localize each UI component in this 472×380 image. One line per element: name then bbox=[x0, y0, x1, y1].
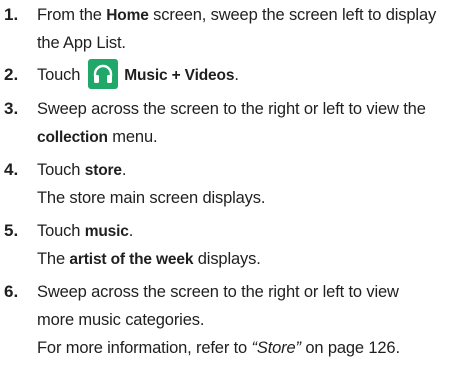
music-videos-label: Music + Videos bbox=[124, 67, 235, 84]
step-number: 1. bbox=[4, 5, 19, 24]
collection-label: collection bbox=[37, 129, 108, 146]
step-6-line-1: Sweep across the screen to the right or … bbox=[37, 279, 468, 305]
step-3-line-2: collection menu. bbox=[37, 124, 468, 151]
step-text: Touch bbox=[37, 66, 81, 84]
home-label: Home bbox=[106, 7, 149, 24]
step-text: . bbox=[128, 222, 134, 240]
step-number: 4. bbox=[4, 160, 19, 179]
step-5-line-1: Touch music. bbox=[37, 218, 468, 245]
step-text: The store main screen displays. bbox=[37, 189, 266, 207]
step-3-line-1: Sweep across the screen to the right or … bbox=[37, 96, 468, 122]
step-5-line-2: The artist of the week displays. bbox=[37, 246, 468, 273]
step-text: screen, sweep the screen left to display bbox=[148, 6, 437, 24]
step-text: Sweep across the screen to the right or … bbox=[37, 100, 426, 118]
artist-of-the-week-label: artist of the week bbox=[69, 251, 194, 268]
music-label: music bbox=[84, 223, 129, 240]
step-1-line-1: From the Home screen, sweep the screen l… bbox=[37, 2, 468, 29]
step-text: . bbox=[234, 66, 239, 84]
step-6-line-2: more music categories. bbox=[37, 307, 468, 333]
step-number: 3. bbox=[4, 99, 19, 118]
step-text: more music categories. bbox=[37, 311, 205, 329]
instruction-page: 1. From the Home screen, sweep the scree… bbox=[0, 0, 472, 380]
store-reference-link[interactable]: “Store” bbox=[252, 339, 302, 357]
step-number: 5. bbox=[4, 221, 19, 240]
step-text: Touch bbox=[37, 161, 85, 179]
step-text: For more information, refer to bbox=[37, 339, 252, 357]
step-6-line-3: For more information, refer to “Store” o… bbox=[37, 335, 468, 361]
step-text: Touch bbox=[37, 222, 85, 240]
step-text: The bbox=[37, 250, 70, 268]
step-number: 6. bbox=[4, 282, 19, 301]
step-2-line-1: Touch Music + Videos. bbox=[37, 58, 468, 89]
step-text: the App List. bbox=[37, 34, 126, 52]
step-text: Sweep across the screen to the right or … bbox=[37, 283, 399, 301]
step-text: . bbox=[121, 161, 127, 179]
page-reference: on page 126. bbox=[300, 339, 400, 357]
step-1-line-2: the App List. bbox=[37, 30, 468, 56]
store-label: store bbox=[84, 162, 122, 179]
step-text: From the bbox=[37, 6, 107, 24]
step-text: displays. bbox=[193, 250, 261, 268]
step-text: menu. bbox=[107, 128, 158, 146]
headphones-icon bbox=[88, 58, 119, 89]
step-number: 2. bbox=[4, 65, 19, 84]
step-4-line-1: Touch store. bbox=[37, 157, 468, 184]
step-4-line-2: The store main screen displays. bbox=[37, 185, 468, 211]
